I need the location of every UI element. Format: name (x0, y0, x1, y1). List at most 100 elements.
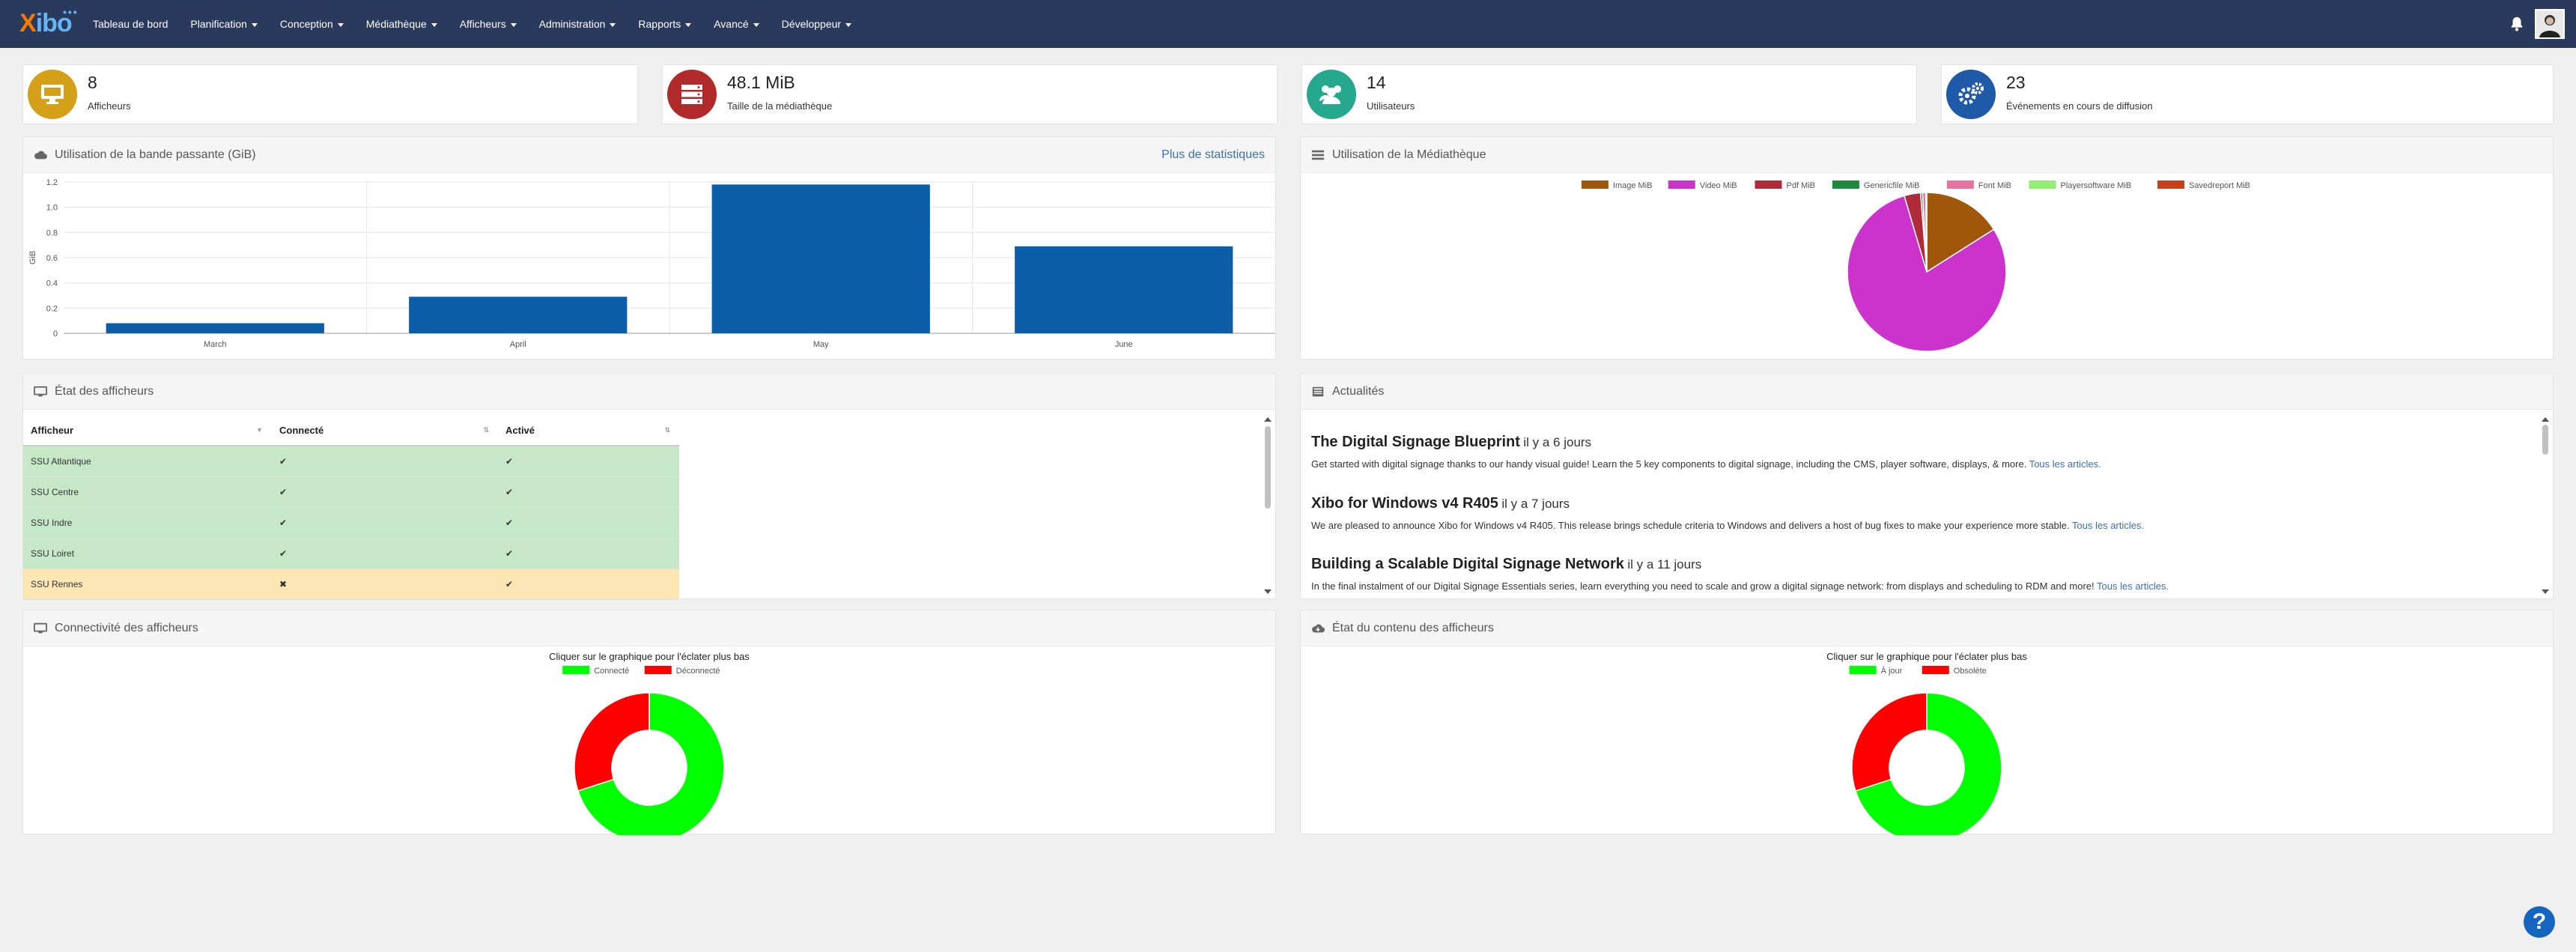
cell-enabled: ✔ (498, 507, 679, 539)
table-row[interactable]: SSU Rennes ✖ ✔ (23, 569, 679, 600)
monitor-icon (34, 622, 47, 634)
table-row[interactable]: SSU Atlantique ✔ ✔ (23, 446, 679, 477)
nav-item-label: Afficheurs (459, 18, 506, 30)
y-tick-label: 0.6 (46, 254, 58, 263)
legend-label: Genericfile MiB (1864, 181, 1920, 190)
legend-label: Connecté (594, 667, 629, 676)
table-row[interactable]: SSU Loiret ✔ ✔ (23, 538, 679, 569)
legend-label: Font MiB (1978, 181, 2011, 190)
nav-item-8[interactable]: Développeur (782, 18, 852, 30)
column-label: Activé (505, 425, 535, 436)
xibo-logo[interactable]: Xibo ••• (19, 6, 79, 42)
legend-label: Déconnecté (676, 667, 720, 676)
chart-caption: Cliquer sur le graphique pour l'éclater … (549, 651, 750, 662)
stat-card-events[interactable]: 23 Événements en cours de diffusion (1941, 64, 2554, 124)
all-articles-link[interactable]: Tous les articles. (2097, 580, 2169, 592)
nav-item-7[interactable]: Avancé (714, 18, 759, 30)
legend-label: Obsolète (1954, 667, 1987, 676)
column-label: Afficheur (31, 425, 74, 436)
bell-icon[interactable] (2509, 15, 2525, 33)
nav-item-1[interactable]: Planification (190, 18, 258, 30)
panel-header: État des afficheurs (23, 374, 1275, 410)
scroll-down-icon[interactable] (1264, 589, 1272, 594)
bar-may (711, 184, 930, 333)
column-header-enabled[interactable]: Activé ⇅ (498, 416, 679, 446)
sort-desc-icon: ▼ (256, 426, 263, 434)
help-button[interactable]: ? (2524, 906, 2555, 938)
all-articles-link[interactable]: Tous les articles. (2029, 458, 2101, 470)
legend-label: Video MiB (1700, 181, 1737, 190)
column-header-connected[interactable]: Connecté ⇅ (272, 416, 498, 446)
newspaper-icon (1312, 386, 1324, 397)
news-age: il y a 7 jours (1501, 497, 1570, 511)
slice-d-connect- (574, 692, 650, 792)
legend-swatch (2029, 181, 2056, 189)
nav-item-6[interactable]: Rapports (638, 18, 692, 30)
nav-item-label: Avancé (714, 18, 749, 30)
table-scrollbar[interactable] (1263, 416, 1272, 595)
scroll-up-icon[interactable] (2542, 417, 2549, 422)
scroll-thumb[interactable] (2542, 425, 2548, 455)
gears-icon (1946, 70, 1996, 119)
caret-down-icon (337, 22, 344, 27)
user-avatar[interactable] (2535, 9, 2565, 39)
top-navbar: Xibo ••• Tableau de bord Planification Con… (0, 0, 2576, 48)
library-pie-chart[interactable]: Image MiB Video MiB Pdf MiB Genericfile MiB… (1301, 175, 2553, 359)
monitor-icon (28, 70, 77, 119)
column-header-display[interactable]: Afficheur ▼ (23, 416, 272, 446)
cell-name: SSU Centre (23, 476, 272, 508)
news-title[interactable]: Xibo for Windows v4 R405 (1311, 495, 1498, 512)
connectivity-donut-chart[interactable]: Connecté Déconnecté (23, 663, 1275, 835)
cell-connected: ✖ (272, 569, 498, 600)
legend-label: À jour (1881, 666, 1903, 676)
news-title[interactable]: Building a Scalable Digital Signage Netw… (1311, 556, 1624, 572)
caret-down-icon (610, 22, 616, 27)
cell-connected: ✔ (272, 538, 498, 569)
news-age: il y a 6 jours (1523, 435, 1592, 449)
panel-title: Connectivité des afficheurs (55, 622, 198, 634)
content-status-donut-chart[interactable]: À jour Obsolète (1301, 663, 2553, 835)
news-title[interactable]: The Digital Signage Blueprint (1311, 434, 1520, 450)
stat-card-library-size[interactable]: 48.1 MiB Taille de la médiathèque (662, 64, 1278, 124)
bandwidth-bar-chart[interactable]: 0 0.2 0.4 0.6 0.8 1.0 1.2 GiB March April May June (23, 175, 1275, 359)
caret-down-icon (431, 22, 437, 27)
stat-label: Taille de la médiathèque (727, 100, 833, 112)
logo-x: X (19, 9, 37, 37)
legend-swatch (1922, 666, 1949, 674)
stat-card-displays[interactable]: 8 Afficheurs (22, 64, 638, 124)
nav-item-5[interactable]: Administration (539, 18, 616, 30)
scroll-down-icon[interactable] (2542, 589, 2549, 594)
all-articles-link[interactable]: Tous les articles. (2072, 520, 2144, 531)
stat-value: 48.1 MiB (727, 73, 795, 92)
connectivity-panel: Connectivité des afficheurs Cliquer sur … (22, 610, 1276, 835)
more-stats-link[interactable]: Plus de statistiques (1161, 148, 1265, 162)
main-menu: Tableau de bord Planification Conception Mé… (93, 0, 852, 48)
table-row[interactable]: SSU Indre ✔ ✔ (23, 507, 679, 539)
nav-item-3[interactable]: Médiathèque (366, 18, 437, 30)
scroll-thumb[interactable] (1265, 426, 1271, 509)
scroll-up-icon[interactable] (1264, 417, 1272, 422)
stat-value: 8 (88, 73, 97, 92)
cell-enabled: ✔ (498, 569, 679, 600)
news-item: The Digital Signage Blueprint il y a 6 j… (1311, 434, 2530, 470)
cell-enabled: ✔ (498, 476, 679, 508)
legend-label: Playersoftware MiB (2061, 181, 2132, 190)
nav-item-2[interactable]: Conception (280, 18, 344, 30)
cell-connected: ✔ (272, 446, 498, 477)
avatar-icon (2536, 10, 2563, 37)
panel-header: État du contenu des afficheurs (1301, 610, 2553, 646)
table-row[interactable]: SSU Centre ✔ ✔ (23, 476, 679, 508)
stat-value: 14 (1367, 73, 1386, 92)
legend-label: Savedreport MiB (2189, 181, 2250, 190)
bar-june (1015, 246, 1233, 333)
y-tick-label: 1.0 (46, 204, 58, 213)
bandwidth-panel: Utilisation de la bande passante (GiB) P… (22, 136, 1276, 360)
stat-card-users[interactable]: 14 Utilisateurs (1301, 64, 1917, 124)
nav-item-0[interactable]: Tableau de bord (93, 18, 168, 30)
nav-item-label: Tableau de bord (93, 18, 168, 30)
nav-item-4[interactable]: Afficheurs (460, 18, 517, 30)
news-scrollbar[interactable] (2541, 416, 2550, 595)
stat-label: Utilisateurs (1367, 100, 1415, 112)
news-body: Get started with digital signage thanks … (1311, 458, 2027, 470)
news-panel: Actualités The Digital Signage Blueprint… (1300, 373, 2554, 599)
